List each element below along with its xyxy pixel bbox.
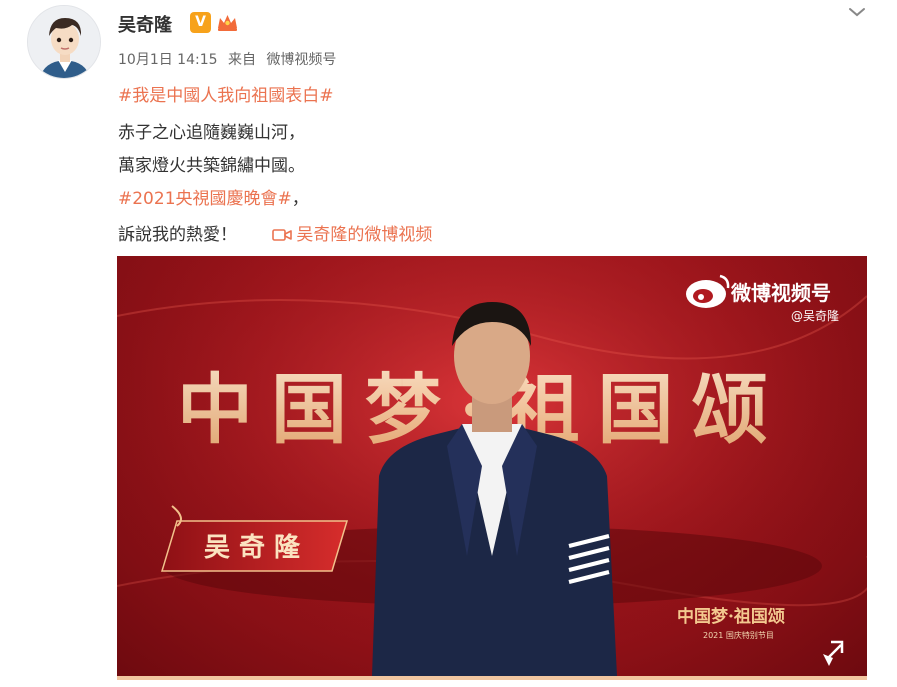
post-text-punct: ， [291, 189, 309, 209]
post-meta: 10月1日 14:15 来自 微博视频号 [118, 49, 342, 69]
hashtag-link[interactable]: #2021央視國慶晚會# [118, 189, 292, 209]
watermark-handle: @吴奇隆 [791, 308, 839, 323]
chevron-down-icon[interactable] [846, 4, 868, 20]
author-name[interactable]: 吴奇隆 [118, 11, 172, 37]
video-link-label[interactable]: 吴奇隆的微博视频 [296, 225, 432, 245]
name-plate-text: 吴 奇 隆 [204, 533, 301, 563]
watermark-title: 微博视频号 [730, 281, 831, 305]
program-logo-subtitle: 2021 国庆特别节目 [703, 630, 774, 640]
verified-v-icon: V [190, 12, 211, 33]
source-prefix: 来自 [227, 52, 256, 68]
post-source[interactable]: 微博视频号 [266, 52, 336, 68]
hashtag-link[interactable]: #我是中國人我向祖國表白# [118, 86, 334, 106]
avatar[interactable] [27, 5, 101, 79]
video-camera-icon [272, 229, 293, 241]
post-text-line: 萬家燈火共築錦繡中國。 [118, 156, 305, 176]
post-text-line: 赤子之心追隨巍巍山河， [118, 123, 305, 143]
video-link[interactable]: 吴奇隆的微博视频 [272, 225, 432, 245]
program-logo-title: 中国梦·祖国颂 [677, 606, 785, 627]
post-time[interactable]: 10月1日 14:15 [118, 52, 218, 68]
video-player[interactable]: 中国梦·祖国颂 吴 奇 隆 [117, 256, 867, 676]
post-text-line: 訴說我的熱愛！ [118, 225, 237, 245]
crown-badge-icon [218, 15, 237, 31]
video-progress-strip [117, 676, 867, 680]
